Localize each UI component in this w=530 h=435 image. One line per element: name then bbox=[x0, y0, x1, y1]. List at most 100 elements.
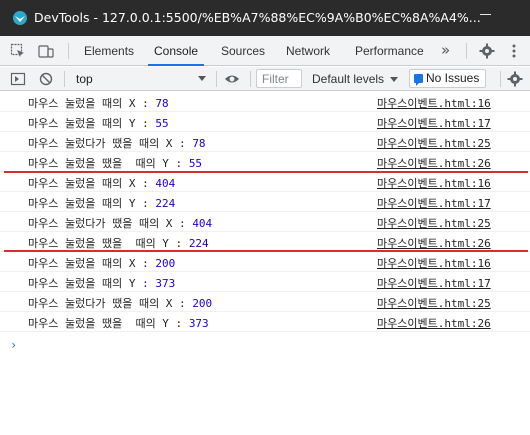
log-source-link[interactable]: 마우스이벤트.html:16 bbox=[377, 175, 491, 191]
console-log-row: 마우스 눌렀다가 땠을 때의 X : 404 마우스이벤트.html:25 bbox=[0, 212, 530, 232]
log-source-link[interactable]: 마우스이벤트.html:17 bbox=[377, 195, 491, 211]
inspect-element-icon[interactable] bbox=[10, 43, 26, 59]
console-toolbar: top Default levels No Issues bbox=[0, 67, 530, 91]
sidebar-toggle-icon[interactable] bbox=[10, 71, 26, 87]
log-message: 마우스 눌렀다가 땠을 때의 X : 78 bbox=[28, 135, 206, 151]
filter-input[interactable] bbox=[256, 69, 302, 88]
log-message: 마우스 눌렀을 때의 X : 200 bbox=[28, 255, 175, 271]
log-source-link[interactable]: 마우스이벤트.html:17 bbox=[377, 275, 491, 291]
window-titlebar: DevTools - 127.0.0.1:5500/%EB%A7%88%EC%9… bbox=[0, 0, 530, 36]
log-text: 마우스 눌렀을 때의 X : bbox=[28, 257, 149, 270]
settings-gear-icon[interactable] bbox=[479, 43, 495, 59]
log-text: 마우스 눌렀다가 땠을 때의 X : bbox=[28, 217, 186, 230]
window-title: DevTools - 127.0.0.1:5500/%EB%A7%88%EC%9… bbox=[34, 10, 481, 25]
log-message: 마우스 눌렀을 때의 Y : 55 bbox=[28, 115, 169, 131]
toolbar-divider bbox=[64, 71, 65, 87]
log-levels-label: Default levels bbox=[312, 72, 385, 86]
log-text: 마우스 눌렀을 때의 Y : bbox=[28, 277, 149, 290]
log-message: 마우스 눌렀을 때의 X : 78 bbox=[28, 95, 169, 111]
log-source-link[interactable]: 마우스이벤트.html:25 bbox=[377, 295, 491, 311]
log-source-link[interactable]: 마우스이벤트.html:26 bbox=[377, 235, 491, 251]
console-log-row: 마우스 눌렀을 땠을 때의 Y : 55 마우스이벤트.html:26 bbox=[0, 152, 530, 172]
log-levels-dropdown[interactable]: Default levels bbox=[312, 69, 399, 89]
console-log-row: 마우스 눌렀을 때의 Y : 55 마우스이벤트.html:17 bbox=[0, 112, 530, 132]
console-log-row: 마우스 눌렀을 땠을 때의 Y : 373 마우스이벤트.html:26 bbox=[0, 312, 530, 332]
log-source-link[interactable]: 마우스이벤트.html:25 bbox=[377, 215, 491, 231]
log-text: 마우스 눌렀을 땠을 때의 Y : bbox=[28, 157, 183, 170]
console-log-row: 마우스 눌렀을 때의 X : 404 마우스이벤트.html:16 bbox=[0, 172, 530, 192]
tab-console[interactable]: Console bbox=[147, 36, 205, 66]
log-value: 224 bbox=[188, 237, 209, 250]
log-value: 55 bbox=[188, 157, 203, 170]
console-log-row: 마우스 눌렀을 때의 Y : 224 마우스이벤트.html:17 bbox=[0, 192, 530, 212]
log-text: 마우스 눌렀을 땠을 때의 Y : bbox=[28, 317, 183, 330]
console-settings-gear-icon[interactable] bbox=[507, 71, 523, 87]
log-text: 마우스 눌렀을 때의 X : bbox=[28, 97, 149, 110]
execution-context-select[interactable]: top bbox=[70, 69, 210, 89]
log-message: 마우스 눌렀을 때의 Y : 373 bbox=[28, 275, 175, 291]
devtools-logo-icon bbox=[13, 11, 27, 25]
issues-button[interactable]: No Issues bbox=[409, 69, 487, 88]
log-message: 마우스 눌렀을 때의 X : 404 bbox=[28, 175, 175, 191]
console-log-row: 마우스 눌렀을 때의 X : 200 마우스이벤트.html:16 bbox=[0, 252, 530, 272]
context-label: top bbox=[76, 72, 93, 86]
log-value: 373 bbox=[188, 317, 209, 330]
log-text: 마우스 눌렀다가 땠을 때의 X : bbox=[28, 297, 186, 310]
red-separator-line bbox=[4, 250, 528, 252]
tabbar-divider bbox=[68, 43, 69, 59]
console-output: 마우스 눌렀을 때의 X : 78 마우스이벤트.html:16 마우스 눌렀을… bbox=[0, 92, 530, 435]
console-log-row: 마우스 눌렀을 땠을 때의 Y : 224 마우스이벤트.html:26 bbox=[0, 232, 530, 252]
log-text: 마우스 눌렀을 땠을 때의 Y : bbox=[28, 237, 183, 250]
log-source-link[interactable]: 마우스이벤트.html:16 bbox=[377, 255, 491, 271]
console-log-row: 마우스 눌렀을 때의 Y : 373 마우스이벤트.html:17 bbox=[0, 272, 530, 292]
log-message: 마우스 눌렀다가 땠을 때의 X : 404 bbox=[28, 215, 212, 231]
log-source-link[interactable]: 마우스이벤트.html:17 bbox=[377, 115, 491, 131]
devtools-tabbar: Elements Console Sources Network Perform… bbox=[0, 36, 530, 66]
log-source-link[interactable]: 마우스이벤트.html:26 bbox=[377, 315, 491, 331]
log-value: 200 bbox=[155, 257, 176, 270]
log-value: 404 bbox=[155, 177, 176, 190]
log-value: 224 bbox=[155, 197, 176, 210]
log-source-link[interactable]: 마우스이벤트.html:25 bbox=[377, 135, 491, 151]
log-message: 마우스 눌렀을 땠을 때의 Y : 373 bbox=[28, 315, 209, 331]
log-message: 마우스 눌렀을 때의 Y : 224 bbox=[28, 195, 175, 211]
chevron-down-icon bbox=[390, 77, 399, 83]
tab-performance[interactable]: Performance bbox=[355, 36, 424, 66]
console-log-row: 마우스 눌렀을 때의 X : 78 마우스이벤트.html:16 bbox=[0, 92, 530, 112]
log-message: 마우스 눌렀다가 땠을 때의 X : 200 bbox=[28, 295, 212, 311]
toolbar-divider bbox=[500, 71, 501, 87]
tab-sources[interactable]: Sources bbox=[221, 36, 265, 66]
more-tabs-button[interactable]: » bbox=[441, 41, 450, 59]
minimize-icon[interactable] bbox=[476, 5, 496, 25]
log-value: 78 bbox=[155, 97, 169, 110]
log-value: 200 bbox=[192, 297, 213, 310]
log-text: 마우스 눌렀을 때의 Y : bbox=[28, 197, 149, 210]
issues-icon bbox=[414, 74, 423, 86]
log-value: 404 bbox=[192, 217, 213, 230]
toolbar-divider bbox=[250, 71, 251, 87]
log-text: 마우스 눌렀을 때의 Y : bbox=[28, 117, 149, 130]
log-value: 78 bbox=[192, 137, 206, 150]
live-expression-eye-icon[interactable] bbox=[224, 71, 240, 87]
console-log-row: 마우스 눌렀다가 땠을 때의 X : 78 마우스이벤트.html:25 bbox=[0, 132, 530, 152]
log-message: 마우스 눌렀을 땠을 때의 Y : 55 bbox=[28, 155, 202, 171]
log-value: 373 bbox=[155, 277, 176, 290]
log-text: 마우스 눌렀다가 땠을 때의 X : bbox=[28, 137, 186, 150]
tab-elements[interactable]: Elements bbox=[84, 36, 134, 66]
tabbar-divider bbox=[466, 43, 467, 59]
clear-console-icon[interactable] bbox=[38, 71, 54, 87]
console-prompt-chevron-icon[interactable]: › bbox=[10, 338, 17, 352]
toolbar-divider bbox=[216, 71, 217, 87]
console-log-row: 마우스 눌렀다가 땠을 때의 X : 200 마우스이벤트.html:25 bbox=[0, 292, 530, 312]
log-source-link[interactable]: 마우스이벤트.html:26 bbox=[377, 155, 491, 171]
more-options-icon[interactable] bbox=[506, 43, 522, 59]
log-text: 마우스 눌렀을 때의 X : bbox=[28, 177, 149, 190]
red-separator-line bbox=[4, 171, 528, 173]
log-value: 55 bbox=[155, 117, 169, 130]
tab-network[interactable]: Network bbox=[286, 36, 330, 66]
device-toolbar-icon[interactable] bbox=[38, 43, 54, 59]
log-message: 마우스 눌렀을 땠을 때의 Y : 224 bbox=[28, 235, 209, 251]
log-source-link[interactable]: 마우스이벤트.html:16 bbox=[377, 95, 491, 111]
chevron-down-icon bbox=[198, 76, 206, 81]
issues-label: No Issues bbox=[426, 71, 480, 85]
